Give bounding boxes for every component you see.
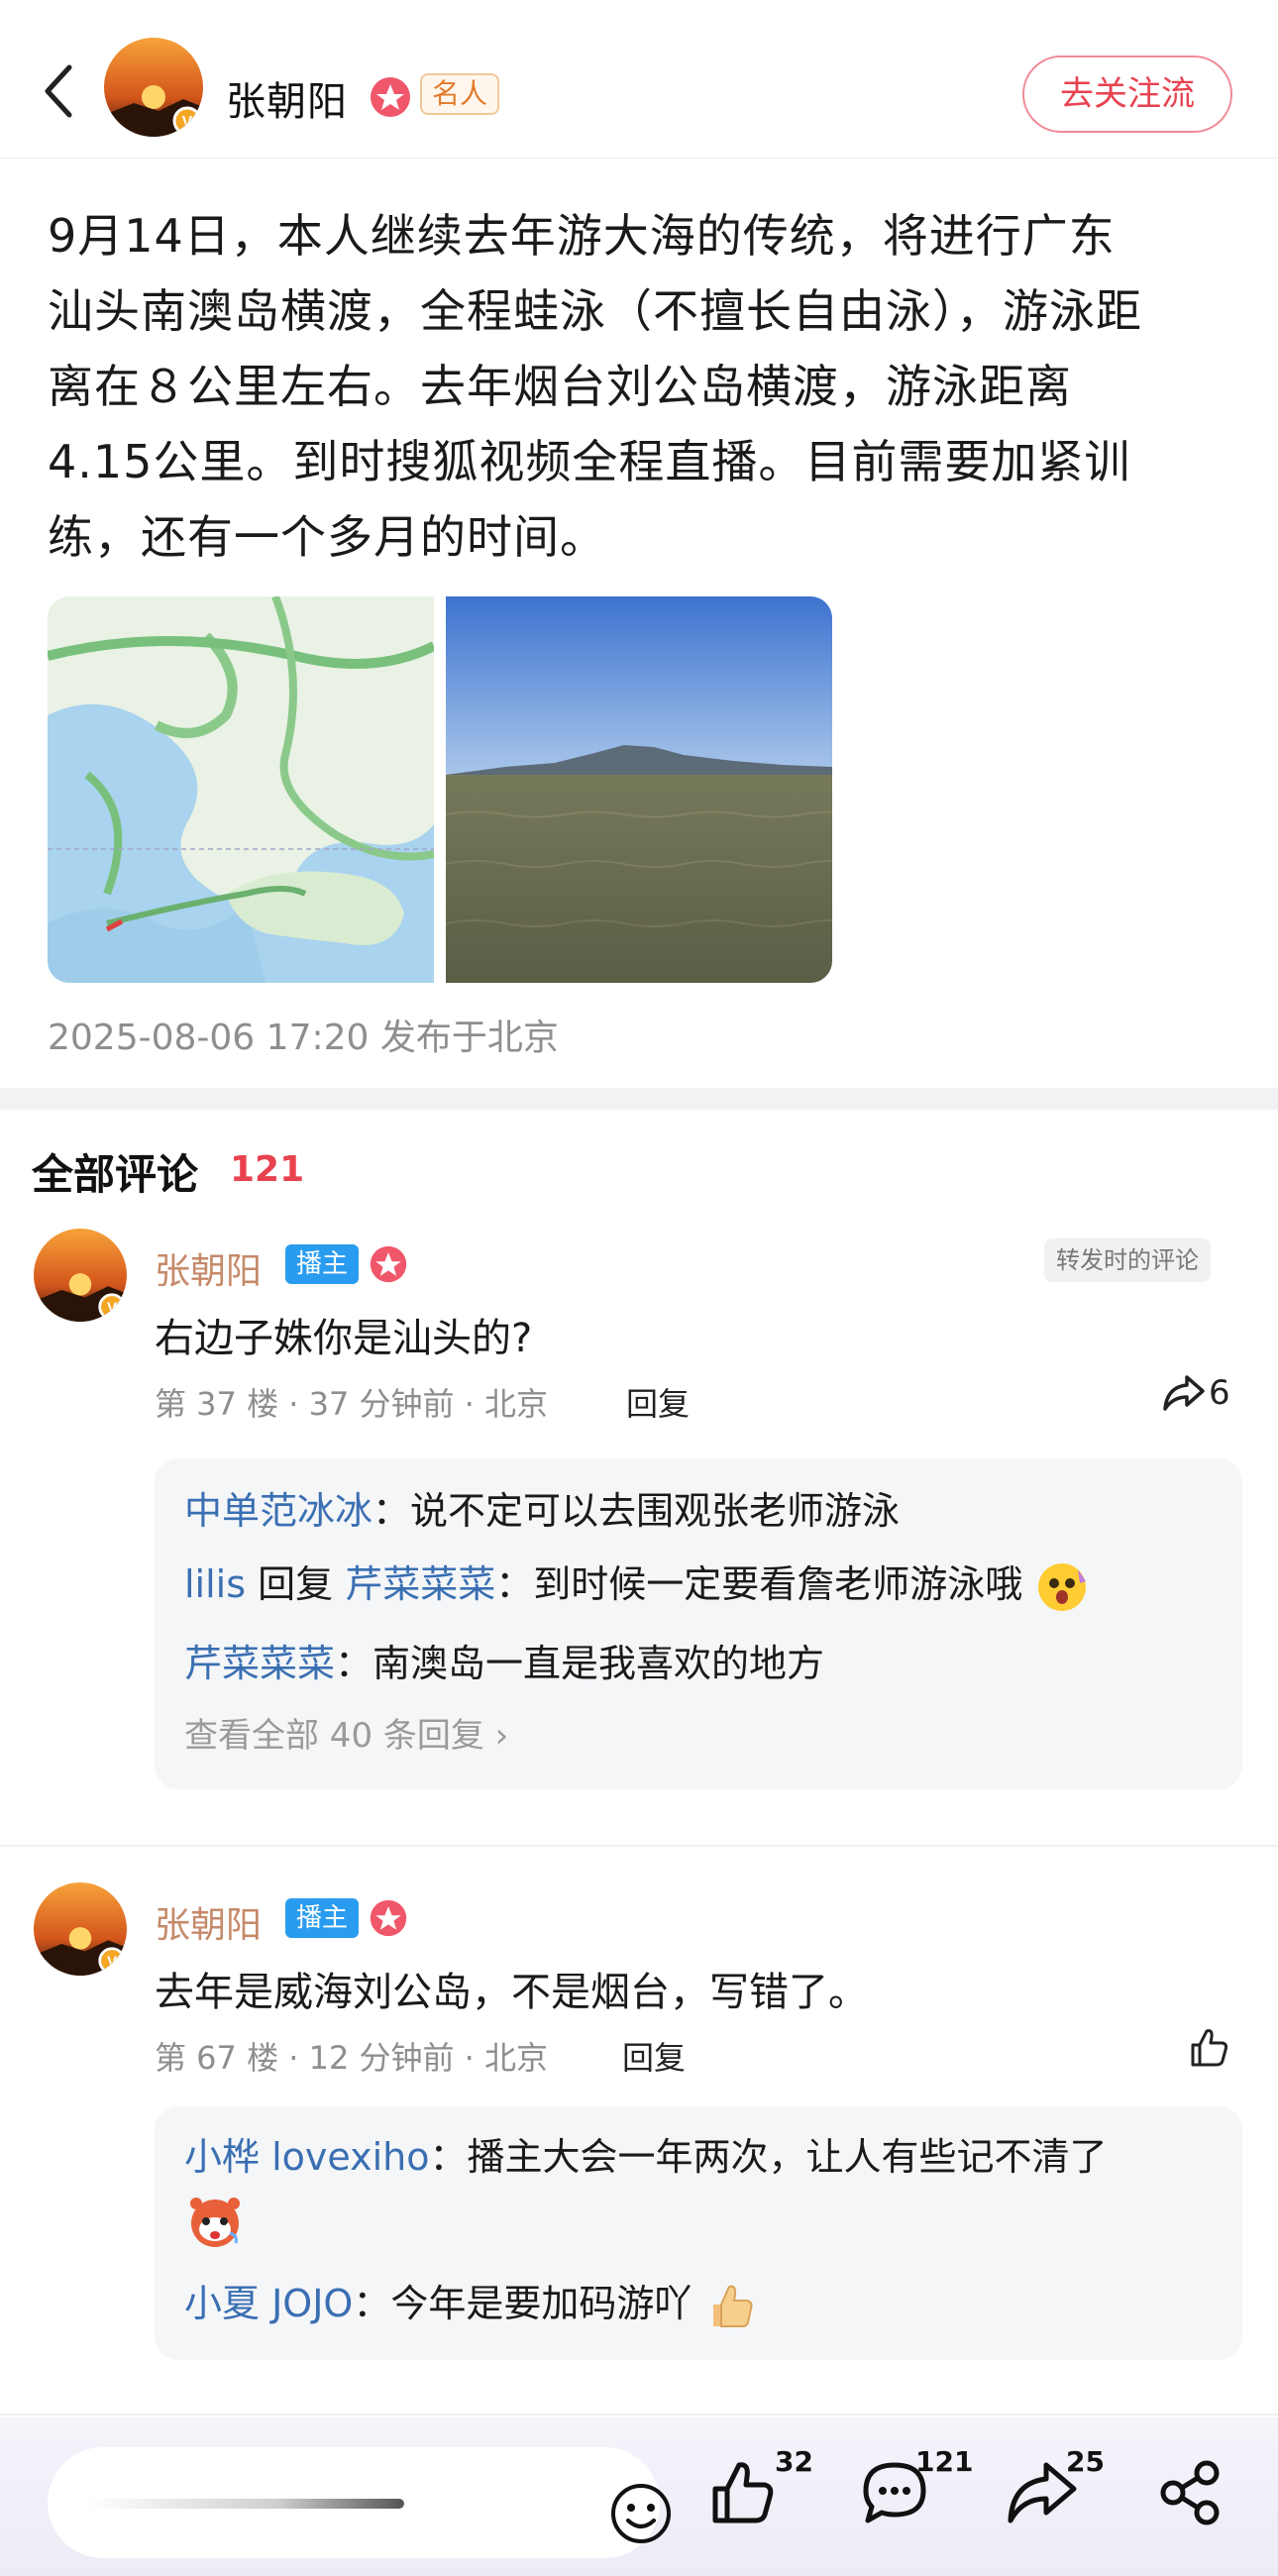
comment-meta: 第 67 楼 · 12 分钟前 · 北京 xyxy=(155,2039,548,2077)
reply-item[interactable]: 中单范冰冰：说不定可以去围观张老师游泳 xyxy=(184,1480,900,1535)
replies-panel: 中单范冰冰：说不定可以去围观张老师游泳 lilis 回复 芹菜菜菜：到时候一定要… xyxy=(155,1458,1242,1789)
comment-text[interactable]: 右边子姝你是汕头的? xyxy=(155,1306,532,1363)
commenter-name[interactable]: 张朝阳 xyxy=(155,1242,262,1294)
reply-item[interactable]: 芹菜菜菜：南澳岛一直是我喜欢的地方 xyxy=(184,1633,824,1687)
emoji-picker-icon[interactable] xyxy=(608,2481,674,2546)
top-bar: V 张朝阳 名人 去关注流 xyxy=(0,0,1278,159)
like-count: 32 xyxy=(775,2445,813,2478)
host-badge: 播主 xyxy=(285,1244,359,1284)
reply-author[interactable]: 中单范冰冰 xyxy=(184,1489,373,1533)
celebrity-tag: 名人 xyxy=(420,73,500,115)
comments-count: 121 xyxy=(230,1149,305,1190)
commenter-avatar[interactable]: V xyxy=(34,1882,127,1976)
rose-medal-icon xyxy=(370,1899,407,1937)
repost-comment-tag: 转发时的评论 xyxy=(1044,1238,1211,1282)
commenter-name[interactable]: 张朝阳 xyxy=(155,1896,262,1948)
replies-panel: 小桦 lovexiho：播主大会一年两次，让人有些记不清了 小夏 JOJO：今年… xyxy=(155,2106,1242,2360)
commenter-avatar[interactable]: V xyxy=(34,1229,127,1322)
svg-text:V: V xyxy=(182,114,193,131)
reply-author[interactable]: 芹菜菜菜 xyxy=(184,1642,335,1685)
reply-button[interactable]: 回复 xyxy=(622,2033,686,2079)
comment-separator xyxy=(0,2414,1278,2415)
sea-photo[interactable] xyxy=(446,596,832,983)
reply-text: 南澳岛一直是我喜欢的地方 xyxy=(373,1642,825,1685)
thumbs-up-emoji-icon xyxy=(713,2285,753,2327)
back-arrow-icon[interactable] xyxy=(40,61,79,121)
reply-button[interactable]: 回复 xyxy=(626,1379,690,1425)
comment-separator xyxy=(0,1845,1278,1847)
share-count: 6 xyxy=(1209,1373,1230,1413)
reply-text: 今年是要加码游吖 xyxy=(390,2282,692,2325)
reply-item[interactable]: lilis 回复 芹菜菜菜：到时候一定要看詹老师游泳哦 xyxy=(184,1554,1090,1615)
reply-text: 播主大会一年两次，让人有些记不清了 xyxy=(467,2135,1108,2179)
reply-author[interactable]: 小夏 JOJO xyxy=(184,2282,353,2325)
reply-target[interactable]: 芹菜菜菜 xyxy=(345,1562,495,1606)
post-body: 9月14日，本人继续去年游大海的传统，将进行广东 汕头南澳岛横渡，全程蛙泳（不擅… xyxy=(48,198,1236,575)
post-line: 离在８公里左右。去年烟台刘公岛横渡，游泳距离 xyxy=(48,360,1072,413)
author-name[interactable]: 张朝阳 xyxy=(226,69,348,127)
rose-medal-icon xyxy=(371,77,410,117)
section-divider xyxy=(0,1088,1278,1110)
comment-share-button[interactable]: 6 xyxy=(1161,1373,1230,1413)
bottom-action-bar: 32 121 25 xyxy=(0,2417,1278,2576)
comment-input[interactable] xyxy=(48,2447,671,2558)
comment-count: 121 xyxy=(915,2445,974,2478)
thumbs-up-icon[interactable] xyxy=(1187,2025,1230,2069)
more-share-icon[interactable] xyxy=(1155,2457,1226,2528)
rose-medal-icon xyxy=(370,1245,407,1283)
like-icon[interactable] xyxy=(707,2457,779,2528)
host-badge: 播主 xyxy=(285,1898,359,1938)
red-panda-emoji-icon xyxy=(190,2198,240,2247)
share-count: 25 xyxy=(1066,2445,1105,2478)
reply-author[interactable]: lilis xyxy=(184,1562,246,1606)
reply-text: 到时候一定要看詹老师游泳哦 xyxy=(533,1562,1023,1606)
share-arrow-icon xyxy=(1163,1375,1205,1411)
comment-text[interactable]: 去年是威海刘公岛，不是烟台，写错了。 xyxy=(155,1960,868,2017)
reply-text: 说不定可以去围观张老师游泳 xyxy=(410,1489,901,1533)
reply-item[interactable]: 小夏 JOJO：今年是要加码游吖 xyxy=(184,2273,759,2334)
comment-meta: 第 37 楼 · 37 分钟前 · 北京 xyxy=(155,1385,548,1423)
post-line: 汕头南澳岛横渡，全程蛙泳（不擅长自由泳），游泳距 xyxy=(48,284,1142,338)
post-line: 9月14日，本人继续去年游大海的传统，将进行广东 xyxy=(48,209,1116,263)
post-line: 4.15公里。到时搜狐视频全程直播。目前需要加紧训 xyxy=(48,435,1131,488)
input-placeholder-bar xyxy=(87,2499,404,2509)
map-image[interactable] xyxy=(48,596,434,983)
reply-item[interactable]: 小桦 lovexiho：播主大会一年两次，让人有些记不清了 xyxy=(184,2126,1108,2181)
unfollow-button[interactable]: 去关注流 xyxy=(1022,55,1232,133)
comments-title: 全部评论 xyxy=(32,1150,199,1199)
svg-text:V: V xyxy=(107,1300,117,1317)
view-all-replies-link[interactable]: 查看全部 40 条回复 › xyxy=(184,1708,508,1757)
reply-author[interactable]: 小桦 lovexiho xyxy=(184,2135,429,2179)
svg-text:V: V xyxy=(107,1954,117,1971)
post-line: 练，还有一个多月的时间。 xyxy=(48,510,606,564)
author-avatar[interactable]: V xyxy=(104,38,203,137)
surprised-emoji-icon xyxy=(1038,1562,1087,1611)
post-timestamp: 2025-08-06 17:20 发布于北京 xyxy=(48,1018,559,1058)
